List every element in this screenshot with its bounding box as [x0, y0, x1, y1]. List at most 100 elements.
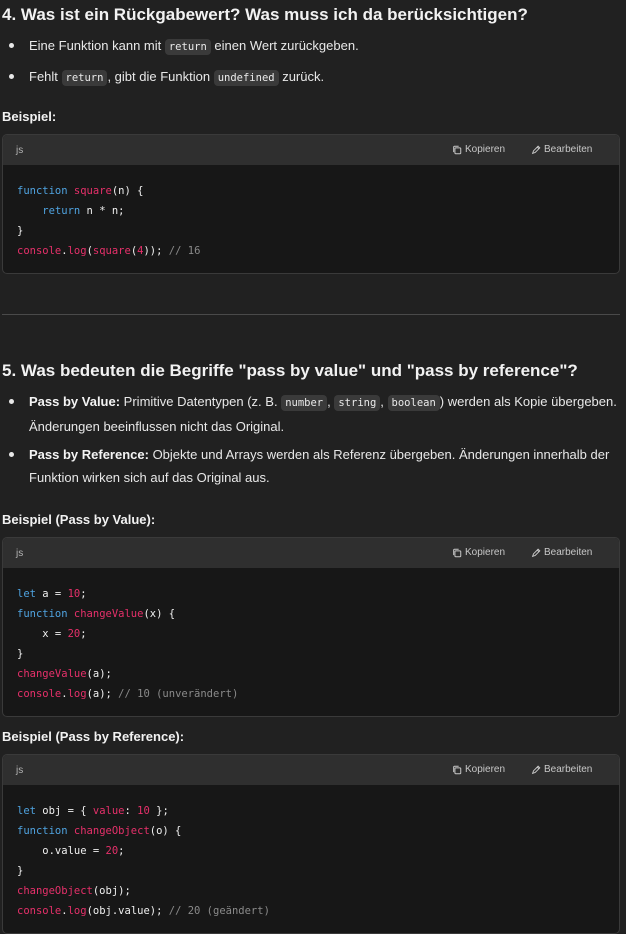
code-token: } — [17, 865, 24, 877]
inline-code: string — [334, 395, 381, 411]
code-block-header: js Kopieren Bearbeiten — [3, 538, 619, 568]
code-token: (obj.value); — [86, 905, 169, 917]
code-line: return n * n; — [17, 205, 125, 217]
code-token: square — [92, 245, 131, 257]
code-token: changeValue — [73, 608, 144, 620]
code-token: o.value = — [17, 845, 106, 857]
list-item-text: Fehlt — [29, 69, 62, 84]
code-token: } — [17, 648, 24, 660]
code-token: (obj); — [92, 885, 131, 897]
copy-icon — [452, 548, 462, 558]
pencil-icon — [531, 145, 541, 155]
bullet-icon — [9, 452, 14, 457]
code-line: console.log(obj.value); // 20 (geändert) — [17, 905, 270, 917]
edit-label: Bearbeiten — [544, 764, 593, 775]
code-line: changeObject(obj); — [17, 885, 131, 897]
code-line: let a = 10; — [17, 588, 87, 600]
list-item-text: einen Wert zurückgeben. — [210, 38, 359, 53]
code-token: function — [17, 185, 68, 197]
edit-button[interactable]: Bearbeiten — [531, 547, 592, 558]
code-token: // 16 — [168, 245, 201, 257]
code-token: 10 — [137, 805, 150, 817]
code-token: ; — [80, 588, 87, 600]
code-token: function — [17, 608, 68, 620]
code-line: function changeObject(o) { — [17, 825, 181, 837]
inline-code: return — [164, 39, 211, 55]
code-token: (o) { — [149, 825, 182, 837]
code-line: function changeValue(x) { — [17, 608, 175, 620]
code-token: ; — [118, 845, 125, 857]
code-token: square — [73, 185, 112, 197]
code-token: let — [17, 805, 36, 817]
pencil-icon — [531, 765, 541, 775]
code-language: js — [16, 765, 24, 776]
example-label: Beispiel (Pass by Reference): — [2, 729, 185, 744]
code-token: log — [67, 245, 87, 257]
code-token: ; — [80, 628, 87, 640]
list-item: Pass by Reference: Objekte und Arrays we… — [9, 443, 620, 489]
code-token: (n) { — [111, 185, 144, 197]
code-token: x = — [17, 628, 68, 640]
example-label: Beispiel: — [2, 109, 57, 124]
code-block-header: js Kopieren Bearbeiten — [3, 135, 619, 165]
code-token: console — [17, 688, 62, 700]
code-line: o.value = 20; — [17, 845, 125, 857]
code-line: let obj = { value: 10 }; — [17, 805, 169, 817]
code-token: (x) { — [143, 608, 176, 620]
code-token: log — [67, 905, 87, 917]
code-token: 10 — [67, 588, 81, 600]
list-item-text: , gibt die Funktion — [107, 69, 214, 84]
code-token: n * n; — [80, 205, 125, 217]
bullet-icon — [9, 43, 14, 48]
code-token: (a); — [86, 668, 112, 680]
code-block: js Kopieren Bearbeiten let a = 10; function… — [2, 537, 620, 717]
copy-label: Kopieren — [465, 764, 506, 775]
code-line: x = 20; — [17, 628, 87, 640]
section-4-heading: 4. Was ist ein Rückgabewert? Was muss ic… — [2, 5, 528, 24]
code-line: } — [17, 865, 23, 877]
code-language: js — [16, 548, 24, 559]
list-item: Eine Funktion kann mit return einen Wert… — [9, 34, 620, 59]
code-token: // 20 (geändert) — [168, 905, 270, 917]
code-line: changeValue(a); — [17, 668, 112, 680]
copy-icon — [452, 145, 462, 155]
code-block: js Kopieren Bearbeiten function square(n) {… — [2, 134, 620, 274]
inline-code: number — [281, 395, 328, 411]
copy-button[interactable]: Kopieren — [452, 144, 505, 155]
code-token: } — [17, 225, 24, 237]
code-block-header: js Kopieren Bearbeiten — [3, 755, 619, 785]
list-item: Pass by Value: Primitive Datentypen (z. … — [9, 390, 620, 438]
pencil-icon — [531, 548, 541, 558]
list-item-term: Pass by Value: — [29, 394, 121, 409]
bullet-icon — [9, 399, 14, 404]
code-token: value — [92, 805, 125, 817]
inline-code: boolean — [387, 395, 440, 411]
list-item-text: Primitive Datentypen (z. B. — [120, 394, 282, 409]
code-token: a = — [35, 588, 68, 600]
edit-button[interactable]: Bearbeiten — [531, 764, 592, 775]
code-token: console — [17, 905, 62, 917]
code-token: changeObject — [73, 825, 150, 837]
code-line: } — [17, 648, 23, 660]
inline-code: return — [61, 70, 108, 86]
code-line: console.log(a); // 10 (unverändert) — [17, 688, 238, 700]
copy-button[interactable]: Kopieren — [452, 547, 505, 558]
list-item-term: Pass by Reference: — [29, 447, 149, 462]
code-token: // 10 (unverändert) — [118, 688, 239, 700]
list-item: Fehlt return, gibt die Funktion undefine… — [9, 65, 620, 90]
code-line: function square(n) { — [17, 185, 143, 197]
code-token: }; — [149, 805, 169, 817]
code-token: log — [67, 688, 87, 700]
code-token: return — [42, 205, 81, 217]
code-line: console.log(square(4)); // 16 — [17, 245, 200, 257]
list-item-text: Eine Funktion kann mit — [29, 38, 165, 53]
copy-button[interactable]: Kopieren — [452, 764, 505, 775]
code-block: js Kopieren Bearbeiten let obj = { value: 1… — [2, 754, 620, 934]
divider — [2, 314, 620, 315]
inline-code: undefined — [213, 70, 279, 86]
code-token: 20 — [105, 845, 119, 857]
code-token: let — [17, 588, 36, 600]
code-language: js — [16, 145, 24, 156]
separator-text: , — [380, 394, 388, 409]
edit-button[interactable]: Bearbeiten — [531, 144, 592, 155]
